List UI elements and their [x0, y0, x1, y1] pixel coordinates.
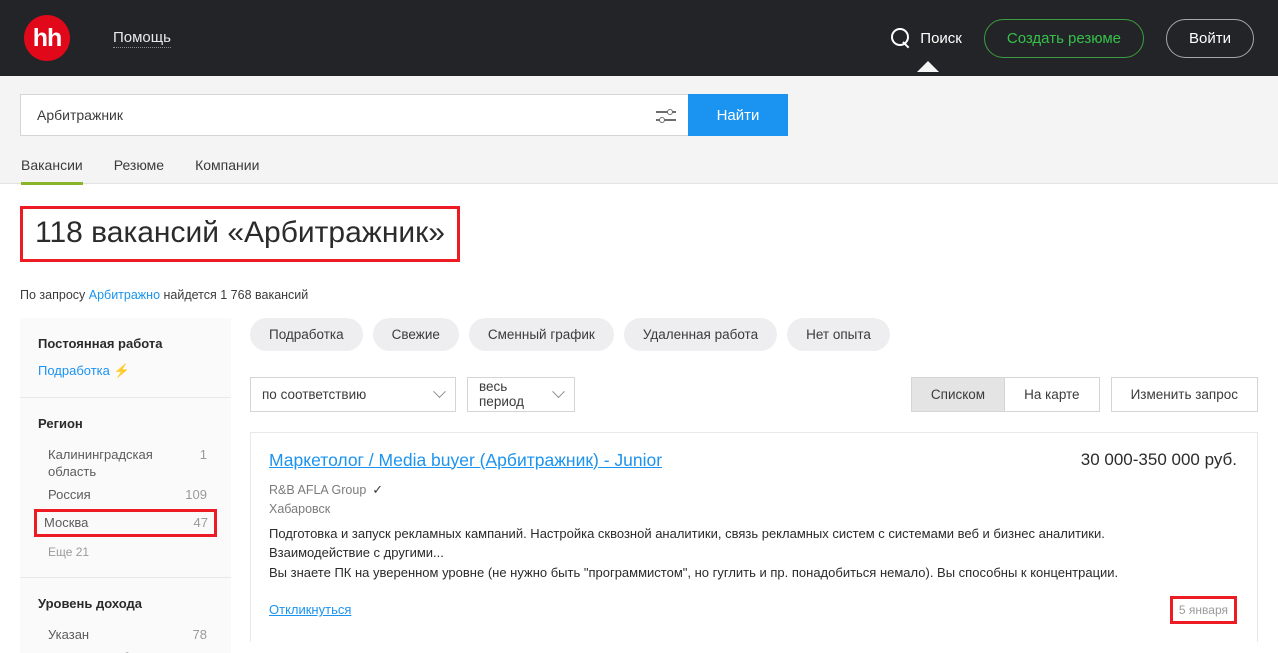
- part-time-label: Подработка: [38, 362, 110, 378]
- search-zone: Найти Вакансии Резюме Компании: [0, 76, 1278, 185]
- facet-count: 47: [193, 649, 207, 653]
- region-show-more[interactable]: Еще 21: [38, 540, 213, 559]
- facet-income-specified[interactable]: Указан 78: [38, 623, 213, 646]
- chevron-down-icon: [433, 384, 446, 398]
- filters-sidebar: Постоянная работа Подработка ⚡ Регион Ка…: [20, 317, 231, 653]
- facet-region-russia[interactable]: Россия 109: [38, 483, 213, 506]
- view-toggle-group: Списком На карте Изменить запрос: [910, 376, 1258, 412]
- apply-link[interactable]: Откликнуться: [269, 602, 351, 617]
- lightning-icon: ⚡: [113, 362, 130, 378]
- sort-select-value: по соответствию: [262, 386, 367, 402]
- results-header: 118 вакансий «Арбитражник» По запросу Ар…: [0, 184, 1278, 302]
- hh-logo[interactable]: hh: [24, 15, 70, 61]
- create-resume-button[interactable]: Создать резюме: [983, 18, 1145, 58]
- facet-region-moscow[interactable]: Москва 47: [34, 509, 217, 537]
- vacancy-city: Хабаровск: [269, 501, 331, 516]
- results-main: Подработка Свежие Сменный график Удаленн…: [250, 317, 1258, 653]
- chip-fresh[interactable]: Свежие: [372, 317, 459, 351]
- subquery-link[interactable]: Арбитражно: [89, 288, 160, 302]
- search-bar: Найти: [20, 94, 788, 136]
- vacancy-company[interactable]: R&B AFLA Group ✓: [269, 482, 1237, 498]
- employment-block: Постоянная работа Подработка ⚡: [20, 317, 231, 397]
- site-header: hh Помощь Поиск Создать резюме Войти: [0, 0, 1278, 76]
- vacancy-card: Маркетолог / Media buyer (Арбитражник) -…: [250, 431, 1258, 642]
- page-title: 118 вакансий «Арбитражник»: [35, 216, 445, 249]
- results-controls: по соответствию весь период Списком На к…: [250, 376, 1258, 412]
- vacancy-description-line-2: Взаимодействие с другими...: [269, 545, 444, 561]
- vacancy-title-link[interactable]: Маркетолог / Media buyer (Арбитражник) -…: [269, 450, 662, 471]
- chip-remote-work[interactable]: Удаленная работа: [623, 317, 778, 351]
- search-field-wrapper: [20, 94, 688, 136]
- vacancy-date: 5 января: [1178, 602, 1228, 617]
- facet-count: 78: [192, 626, 207, 642]
- edit-query-button[interactable]: Изменить запрос: [1110, 376, 1258, 412]
- chip-no-experience[interactable]: Нет опыта: [787, 317, 890, 351]
- facet-count: 109: [185, 487, 207, 503]
- vacancy-description-line-1: Подготовка и запуск рекламных кампаний. …: [269, 525, 1105, 541]
- page-title-annotation: 118 вакансий «Арбитражник»: [20, 206, 460, 262]
- verified-check-icon: ✓: [372, 481, 384, 497]
- company-name: R&B AFLA Group: [269, 482, 367, 497]
- region-block: Регион Калининградская область 1 Россия …: [20, 396, 231, 577]
- quick-filter-chips: Подработка Свежие Сменный график Удаленн…: [250, 317, 1258, 351]
- vacancy-description-line-3: Вы знаете ПК на уверенном уровне (не нуж…: [269, 565, 1119, 580]
- facet-label: Указан: [48, 626, 90, 642]
- subquery-note: По запросу Арбитражно найдется 1 768 вак…: [20, 288, 1258, 302]
- income-header: Уровень дохода: [38, 595, 143, 611]
- tab-companies[interactable]: Компании: [195, 157, 259, 185]
- tab-resumes[interactable]: Резюме: [114, 157, 164, 185]
- view-list-button[interactable]: Списком: [910, 376, 1006, 412]
- vacancy-date-annotation: 5 января: [1169, 595, 1237, 624]
- facet-label: Калининградская область: [48, 446, 153, 479]
- sidebar-item-part-time[interactable]: Подработка ⚡: [38, 363, 213, 379]
- caret-up-icon: [917, 61, 940, 72]
- find-button[interactable]: Найти: [688, 94, 788, 136]
- search-tabs: Вакансии Резюме Компании: [20, 157, 1258, 185]
- login-button[interactable]: Войти: [1166, 18, 1254, 58]
- content-area: Постоянная работа Подработка ⚡ Регион Ка…: [0, 317, 1278, 653]
- chip-part-time[interactable]: Подработка: [250, 317, 363, 351]
- facet-count: 1: [199, 446, 207, 462]
- period-select-value: весь период: [479, 379, 524, 409]
- sort-select[interactable]: по соответствию: [250, 376, 456, 412]
- vacancy-footer: Откликнуться 5 января: [269, 595, 1237, 624]
- header-actions: Поиск Создать резюме Войти: [891, 18, 1254, 72]
- help-link[interactable]: Помощь: [113, 29, 171, 48]
- income-block: Уровень дохода Указан 78 от 85 000 руб 4…: [20, 576, 231, 653]
- facet-label: от 85 000 руб: [48, 649, 129, 653]
- facet-label: Россия: [48, 487, 91, 503]
- employment-header: Постоянная работа: [38, 335, 163, 351]
- vacancy-salary: 30 000-350 000 руб.: [1080, 449, 1237, 469]
- facet-count: 47: [193, 515, 208, 531]
- facet-label: Москва: [44, 515, 89, 531]
- facet-region-kaliningrad[interactable]: Калининградская область 1: [38, 443, 213, 484]
- search-icon: [891, 28, 911, 48]
- header-search-button[interactable]: Поиск: [891, 28, 962, 72]
- view-map-button[interactable]: На карте: [1005, 376, 1100, 412]
- header-search-label: Поиск: [920, 29, 962, 47]
- search-input[interactable]: [37, 107, 656, 123]
- filter-sliders-icon[interactable]: [656, 105, 676, 125]
- period-select[interactable]: весь период: [467, 376, 575, 412]
- tab-vacancies[interactable]: Вакансии: [21, 157, 83, 185]
- facet-income-from-85000[interactable]: от 85 000 руб 47: [38, 646, 213, 653]
- vacancy-head: Маркетолог / Media buyer (Арбитражник) -…: [269, 450, 1237, 471]
- subquery-suffix: найдется 1 768 вакансий: [160, 287, 309, 302]
- chevron-down-icon: [552, 384, 565, 398]
- region-header: Регион: [38, 415, 83, 431]
- chip-shift-schedule[interactable]: Сменный график: [468, 317, 614, 351]
- subquery-prefix: По запросу: [20, 287, 89, 302]
